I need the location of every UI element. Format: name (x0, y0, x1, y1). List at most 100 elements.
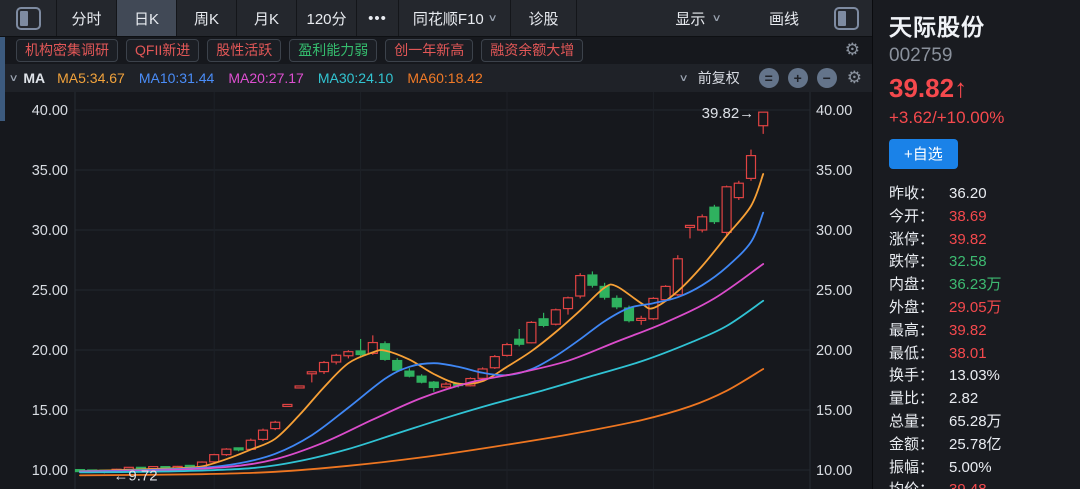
chart-settings-gear-icon[interactable]: ⚙ (847, 68, 862, 88)
chevron-down-icon[interactable]: ∨ (9, 73, 19, 84)
ma-line-ma10 (80, 213, 763, 472)
stat-row: 金额：25.78亿 (889, 433, 1080, 456)
tab-fenshi[interactable]: 分时 (57, 0, 117, 36)
y-axis-label-left: 30.00 (32, 223, 68, 239)
stat-label: 金额： (889, 433, 949, 454)
stat-label: 今开： (889, 205, 949, 226)
stat-label: 外盘： (889, 296, 949, 317)
stat-value: 36.20 (949, 185, 987, 202)
stat-row: 今开：38.69 (889, 205, 1080, 228)
ma-value-ma30: MA30:24.10 (318, 70, 394, 86)
chevron-down-icon: ∨ (487, 13, 497, 24)
stat-label: 涨停： (889, 228, 949, 249)
collapse-left-panel-button[interactable] (0, 0, 57, 36)
ma-line-ma5 (80, 174, 763, 471)
stock-tag[interactable]: 融资余额大增 (481, 39, 583, 62)
last-price: 39.82↑ (889, 73, 1080, 104)
stat-row: 内盘：36.23万 (889, 273, 1080, 296)
stock-tag[interactable]: 股性活跃 (207, 39, 281, 62)
stat-label: 总量： (889, 410, 949, 431)
stat-label: 振幅： (889, 456, 949, 477)
collapse-right-panel-button[interactable] (820, 0, 872, 36)
stat-row: 换手：13.03% (889, 364, 1080, 387)
display-options-button[interactable]: 显示 ∨ (648, 0, 748, 36)
more-periods-button[interactable]: ••• (357, 0, 399, 36)
ths-f10-button[interactable]: 同花顺F10 ∨ (399, 0, 511, 36)
y-axis-label-right: 10.00 (816, 463, 852, 479)
price-annotation: 39.82→ (702, 105, 755, 122)
y-axis-label-right: 20.00 (816, 343, 852, 359)
stat-value: 39.82 (949, 231, 987, 248)
stock-tag[interactable]: 创一年新高 (385, 39, 473, 62)
stat-value: 65.28万 (949, 410, 1002, 431)
candlestick-chart[interactable]: 40.00 40.00 35.00 35.00 30.00 30.00 25.00 25.00… (0, 92, 872, 489)
stat-label: 跌停： (889, 250, 949, 271)
stock-tag[interactable]: 盈利能力弱 (289, 39, 377, 62)
y-axis-label-right: 35.00 (816, 163, 852, 179)
y-axis-label-left: 25.00 (32, 283, 68, 299)
stat-row: 最高：39.82 (889, 319, 1080, 342)
stat-row: 跌停：32.58 (889, 250, 1080, 273)
ma-value-ma5: MA5:34.67 (57, 70, 125, 86)
stat-row: 量比：2.82 (889, 387, 1080, 410)
stat-row: 振幅：5.00% (889, 456, 1080, 479)
display-label: 显示 (675, 8, 705, 29)
tab-120min[interactable]: 120分 (297, 0, 357, 36)
zoom-out-button[interactable]: − (817, 68, 837, 88)
stock-tags-row: 机构密集调研 QFII新进股性活跃盈利能力弱创一年新高融资余额大增 ⚙ (0, 37, 872, 64)
quote-sidebar: 天际股份 002759 39.82↑ +3.62/+10.00% +自选 昨收：… (872, 0, 1080, 489)
zoom-reset-button[interactable]: = (759, 68, 779, 88)
ma-value-ma10: MA10:31.44 (139, 70, 215, 86)
price-change: +3.62/+10.00% (889, 108, 1080, 128)
chevron-down-icon[interactable]: ∨ (679, 73, 689, 84)
diagnose-stock-button[interactable]: 诊股 (511, 0, 577, 36)
zoom-in-button[interactable]: + (788, 68, 808, 88)
panel-layout-icon (16, 7, 41, 30)
stat-row: 最低：38.01 (889, 342, 1080, 365)
stat-label: 量比： (889, 387, 949, 408)
draw-line-button[interactable]: 画线 (748, 0, 820, 36)
stat-label: 均价： (889, 478, 949, 489)
tab-daily-k[interactable]: 日K (117, 0, 177, 36)
stock-name: 天际股份 (889, 8, 1080, 42)
ma-indicator-bar: ∨ MA MA5:34.67MA10:31.44MA20:27.17MA30:2… (0, 64, 872, 92)
price-annotation: ←9.72 (113, 467, 157, 484)
chevron-down-icon: ∨ (712, 13, 722, 24)
stat-label: 最低： (889, 342, 949, 363)
y-axis-label-left: 10.00 (32, 463, 68, 479)
stat-value: 38.69 (949, 208, 987, 225)
ma-line-ma60 (80, 369, 763, 475)
price-adjust-mode[interactable]: 前复权 (698, 68, 740, 88)
y-axis-label-right: 15.00 (816, 403, 852, 419)
toolbar-spacer (577, 0, 648, 36)
stock-code: 002759 (889, 45, 1080, 67)
stat-label: 昨收： (889, 182, 949, 203)
stat-label: 换手： (889, 364, 949, 385)
y-axis-label-left: 15.00 (32, 403, 68, 419)
panel-layout-icon (834, 7, 859, 30)
tags-settings-gear-icon[interactable]: ⚙ (845, 40, 860, 60)
y-axis-label-left: 20.00 (32, 343, 68, 359)
stat-row: 外盘：29.05万 (889, 296, 1080, 319)
y-axis-label-right: 25.00 (816, 283, 852, 299)
stat-value: 25.78亿 (949, 433, 1002, 454)
period-toolbar: 分时日K周K月K120分 ••• 同花顺F10 ∨ 诊股 显示 ∨ 画线 (0, 0, 872, 37)
stock-tag[interactable]: QFII新进 (126, 39, 199, 62)
stat-value: 29.05万 (949, 296, 1002, 317)
ma-line-ma30 (80, 301, 763, 473)
y-axis-label-left: 40.00 (32, 103, 68, 119)
y-axis-label-left: 35.00 (32, 163, 68, 179)
stat-value: 36.23万 (949, 273, 1002, 294)
y-axis-label-right: 40.00 (816, 103, 852, 119)
stat-value: 2.82 (949, 390, 978, 407)
y-axis-label-right: 30.00 (816, 223, 852, 239)
stat-row: 昨收：36.20 (889, 182, 1080, 205)
tab-weekly-k[interactable]: 周K (177, 0, 237, 36)
stock-tag[interactable]: 机构密集调研 (16, 39, 118, 62)
ths-f10-label: 同花顺F10 (413, 8, 484, 29)
stat-value: 13.03% (949, 367, 1000, 384)
ma-value-ma20: MA20:27.17 (228, 70, 304, 86)
add-to-watchlist-button[interactable]: +自选 (889, 139, 958, 169)
ma-value-ma60: MA60:18.42 (407, 70, 483, 86)
tab-monthly-k[interactable]: 月K (237, 0, 297, 36)
